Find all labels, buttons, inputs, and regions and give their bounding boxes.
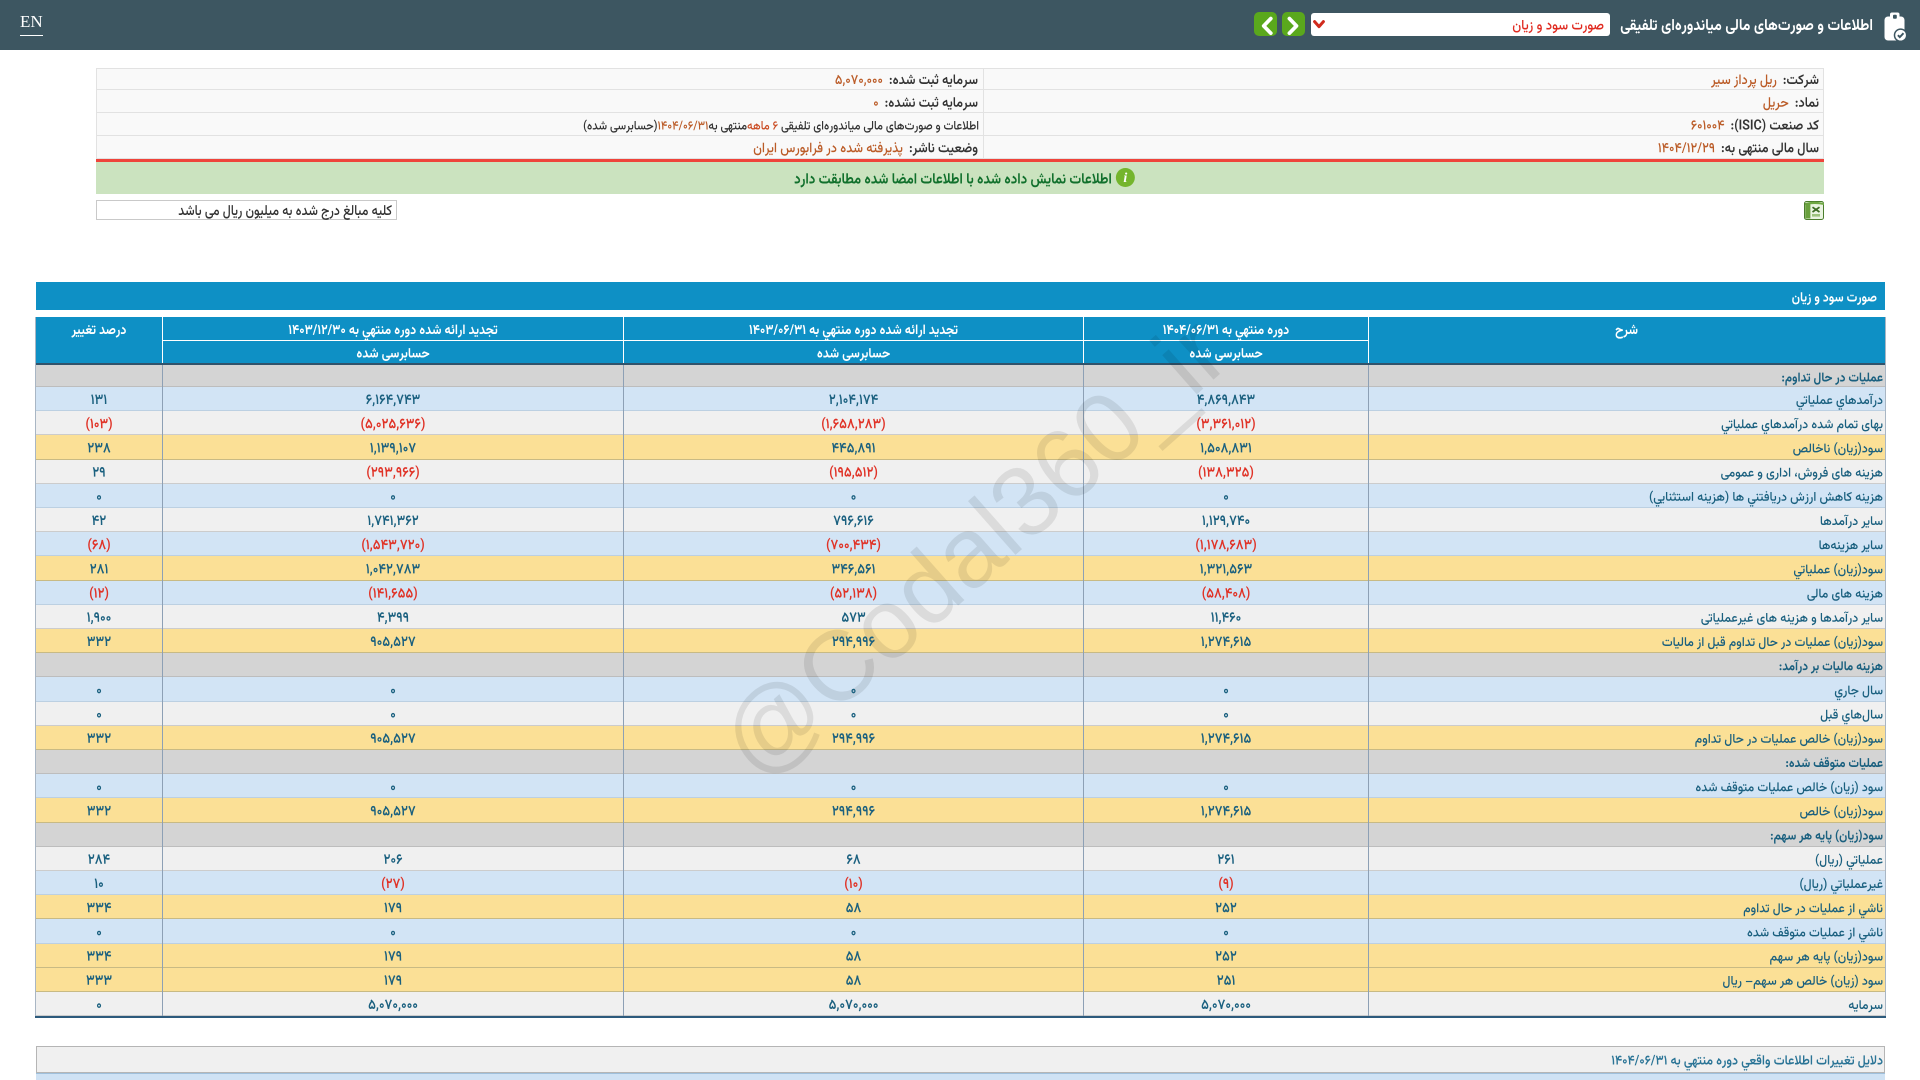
svg-text:i: i [1123, 171, 1127, 186]
